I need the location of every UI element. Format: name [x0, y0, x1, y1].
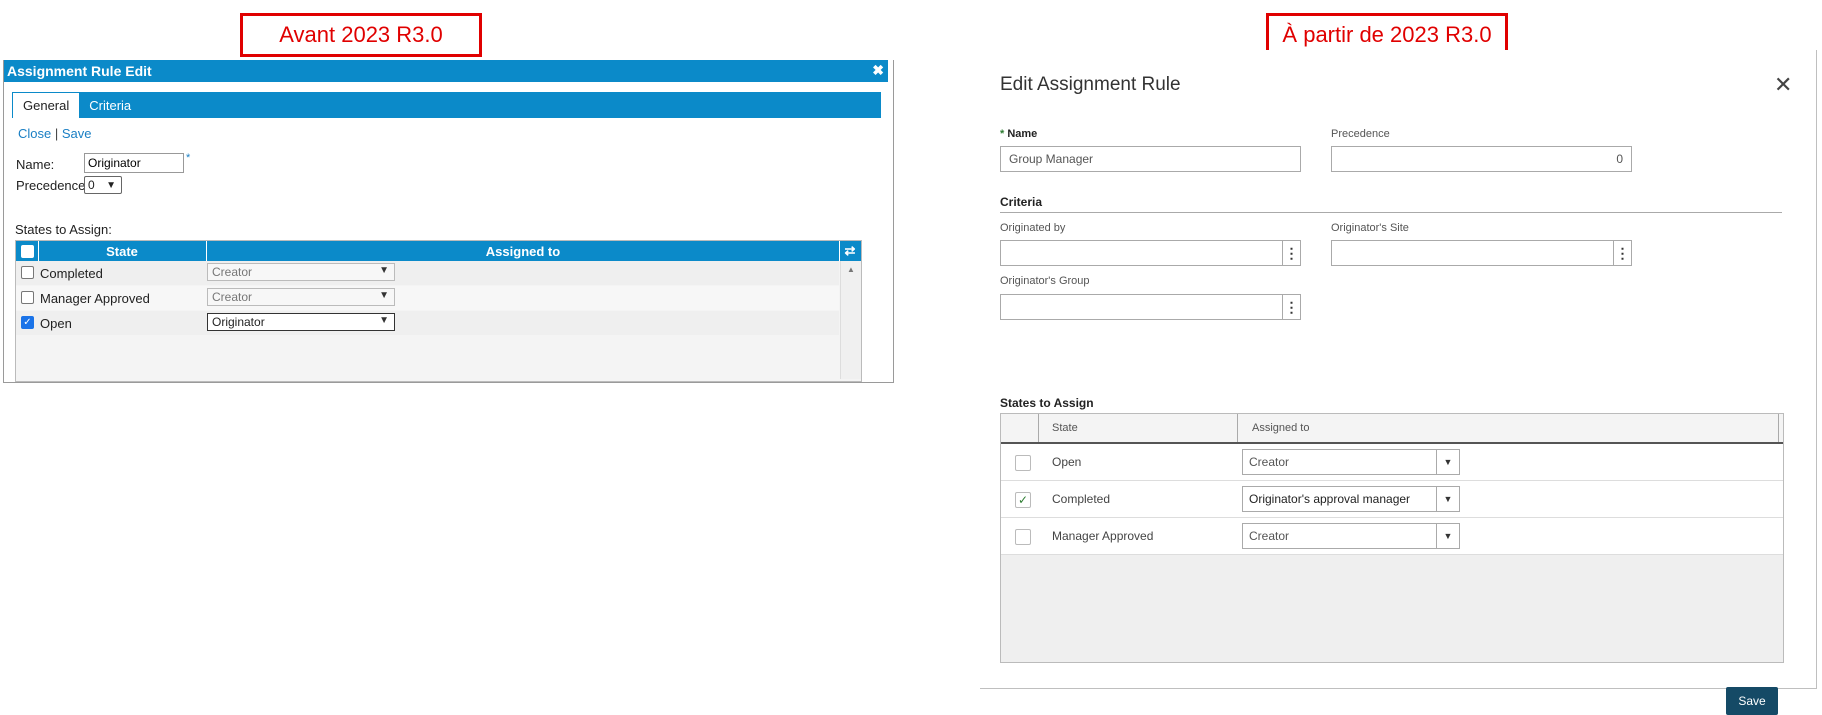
required-marker: * — [1000, 128, 1005, 140]
more-options-icon[interactable]: ⋮ — [1282, 294, 1300, 320]
assigned-to-value: Originator's approval manager — [1249, 492, 1411, 506]
originators-group-label: Originator's Group — [1000, 275, 1090, 287]
assigned-to-column-header: Assigned to — [207, 241, 840, 261]
row-checkbox-checked[interactable]: ✓ — [1015, 492, 1031, 508]
originators-group-field[interactable]: ⋮ — [1000, 294, 1301, 320]
select-all-checkbox[interactable] — [20, 244, 34, 258]
close-icon[interactable]: ✕ — [1774, 72, 1792, 98]
assigned-to-combobox[interactable]: Originator's approval manager ▼ — [1242, 486, 1460, 512]
table-row: ✓ Completed Originator's approval manage… — [1001, 481, 1783, 518]
old-grid-header: State Assigned to ⇄ — [16, 241, 861, 261]
criteria-heading: Criteria — [1000, 195, 1043, 209]
originators-site-field[interactable]: ⋮ — [1331, 240, 1632, 266]
states-to-assign-heading: States to Assign — [1000, 396, 1094, 410]
precedence-label: Precedence — [1331, 128, 1390, 140]
name-value: Group Manager — [1009, 152, 1094, 166]
chevron-down-icon[interactable]: ▼ — [1436, 450, 1459, 474]
name-field[interactable] — [84, 153, 184, 173]
precedence-select[interactable]: 0 ▼ — [84, 176, 122, 194]
state-column-header: State — [38, 241, 207, 261]
assigned-to-value: Creator — [1249, 455, 1290, 469]
chevron-down-icon: ▼ — [379, 265, 389, 276]
column-chooser-icon[interactable]: ⇄ — [840, 241, 860, 261]
tab-general[interactable]: General — [13, 93, 80, 118]
tab-criteria[interactable]: Criteria — [79, 92, 141, 118]
chevron-down-icon: ▼ — [106, 180, 116, 191]
table-row: ✓ Open Originator ▼ — [16, 311, 839, 335]
more-options-icon[interactable]: ⋮ — [1282, 240, 1300, 266]
dialog-title: Edit Assignment Rule — [1000, 74, 1181, 95]
originated-by-field[interactable]: ⋮ — [1000, 240, 1301, 266]
chevron-down-icon[interactable]: ▼ — [1436, 487, 1459, 511]
row-checkbox[interactable] — [1015, 455, 1031, 471]
old-tab-bar: General Criteria — [12, 92, 881, 118]
required-marker: * — [186, 152, 191, 164]
assigned-to-combobox[interactable]: Creator ▼ — [1242, 523, 1460, 549]
table-row: Completed Creator ▼ — [16, 261, 839, 285]
old-states-grid: State Assigned to ⇄ Completed Creator ▼ … — [15, 240, 862, 382]
grid-scrollbar[interactable]: ▲ — [840, 261, 861, 379]
assigned-to-value: Originator — [212, 315, 265, 329]
assigned-to-select[interactable]: Originator ▼ — [207, 313, 395, 331]
old-dialog-title: Assignment Rule Edit — [7, 63, 152, 79]
assigned-to-value: Creator — [212, 265, 253, 279]
old-action-links: Close | Save — [18, 126, 92, 141]
assigned-to-select[interactable]: Creator ▼ — [207, 288, 395, 306]
precedence-value: 0 — [88, 178, 95, 192]
state-cell: Open — [40, 316, 72, 331]
row-checkbox[interactable] — [1015, 529, 1031, 545]
assigned-to-select[interactable]: Creator ▼ — [207, 263, 395, 281]
table-row: Manager Approved Creator ▼ — [16, 286, 839, 310]
link-separator: | — [54, 126, 59, 141]
row-checkbox[interactable] — [21, 291, 34, 304]
new-assignment-rule-dialog: Edit Assignment Rule ✕ * Name Group Mana… — [980, 50, 1817, 715]
assigned-to-value: Creator — [1249, 529, 1290, 543]
precedence-label: Precedence: — [16, 178, 89, 193]
assigned-to-value: Creator — [212, 290, 253, 304]
chevron-down-icon: ▼ — [379, 315, 389, 326]
table-row: Open Creator ▼ — [1001, 444, 1783, 481]
name-label-text: Name — [1007, 128, 1038, 140]
scroll-up-icon[interactable]: ▲ — [841, 265, 861, 274]
state-cell: Manager Approved — [40, 291, 150, 306]
originators-site-label: Originator's Site — [1331, 222, 1409, 234]
name-label: * Name — [1000, 128, 1037, 140]
grid-header: State Assigned to — [1001, 414, 1783, 444]
chevron-down-icon[interactable]: ▼ — [1436, 524, 1459, 548]
save-button[interactable]: Save — [1726, 687, 1778, 715]
close-link[interactable]: Close — [18, 126, 51, 141]
save-link[interactable]: Save — [62, 126, 92, 141]
before-caption: Avant 2023 R3.0 — [240, 13, 482, 57]
name-field[interactable]: Group Manager — [1000, 146, 1301, 172]
name-label: Name: — [16, 157, 55, 172]
precedence-value: 0 — [1616, 152, 1623, 166]
table-row: Manager Approved Creator ▼ — [1001, 518, 1783, 555]
originated-by-label: Originated by — [1000, 222, 1066, 234]
select-all-cell — [16, 241, 39, 261]
state-cell: Manager Approved — [1052, 529, 1154, 543]
state-column-header[interactable]: State — [1038, 414, 1238, 442]
states-grid: State Assigned to Open Creator ▼ ✓ Compl… — [1000, 413, 1784, 663]
assigned-to-combobox[interactable]: Creator ▼ — [1242, 449, 1460, 475]
row-checkbox-checked[interactable]: ✓ — [21, 316, 34, 329]
chevron-down-icon: ▼ — [379, 290, 389, 301]
more-options-icon[interactable]: ⋮ — [1613, 240, 1631, 266]
row-checkbox[interactable] — [21, 266, 34, 279]
state-cell: Open — [1052, 455, 1082, 469]
checkbox-column-header — [1001, 414, 1039, 442]
close-icon[interactable]: ✖ — [872, 62, 884, 79]
old-assignment-rule-dialog: Assignment Rule Edit ✖ General Criteria … — [3, 60, 894, 383]
assigned-to-column-header[interactable]: Assigned to — [1238, 414, 1779, 442]
criteria-divider — [1000, 212, 1782, 213]
states-to-assign-label: States to Assign: — [15, 222, 112, 237]
state-cell: Completed — [1052, 492, 1111, 506]
state-cell: Completed — [40, 266, 103, 281]
precedence-field[interactable]: 0 — [1331, 146, 1632, 172]
old-dialog-titlebar: Assignment Rule Edit ✖ — [4, 60, 888, 82]
